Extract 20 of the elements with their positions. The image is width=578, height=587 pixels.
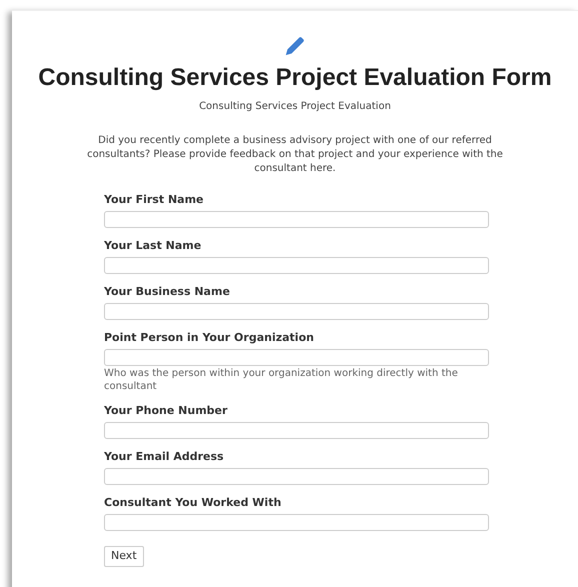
input-field[interactable] (104, 211, 489, 228)
input-field[interactable] (104, 349, 489, 366)
pencil-icon (284, 35, 306, 57)
form-subtitle: Consulting Services Project Evaluation (199, 100, 391, 114)
input-field[interactable] (104, 468, 489, 485)
field-label: Your Business Name (104, 285, 231, 299)
field-label: Your Phone Number (104, 404, 228, 418)
input-field[interactable] (104, 422, 489, 439)
field-label: Point Person in Your Organization (104, 331, 315, 345)
next-button[interactable]: Next (104, 546, 144, 567)
field-label: Your First Name (104, 193, 204, 207)
field-label: Your Last Name (104, 239, 202, 253)
input-field[interactable] (104, 257, 489, 274)
field-label: Your Email Address (104, 450, 225, 464)
input-field[interactable] (104, 514, 489, 531)
input-field[interactable] (104, 303, 489, 320)
form-description: Did you recently complete a business advisory project with one of our referred consultants? Please provide feedback on that project and your experience with the consultant here. (86, 134, 504, 176)
field-help-text: Who was the person within your organization working directly with the consultant (104, 367, 459, 393)
form-title: Consulting Services Project Evaluation Form (38, 63, 552, 93)
field-label: Consultant You Worked With (104, 496, 282, 510)
